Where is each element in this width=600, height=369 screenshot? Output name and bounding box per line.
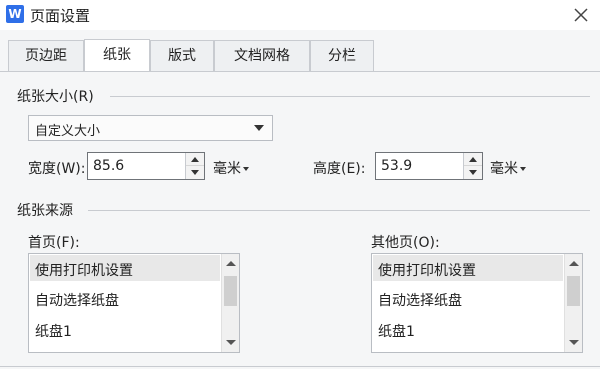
close-icon[interactable] (570, 4, 592, 26)
height-value: 53.9 (381, 158, 413, 174)
arrow-up-icon (469, 157, 477, 162)
height-increment-button[interactable] (464, 153, 482, 166)
scroll-thumb[interactable] (224, 276, 237, 306)
section-divider (110, 96, 590, 97)
width-unit-label: 毫米 (213, 161, 241, 177)
tab-layout[interactable]: 版式 (150, 40, 214, 71)
list-item[interactable]: 纸盘1 (35, 321, 72, 341)
list-item[interactable]: 使用打印机设置 (35, 260, 133, 280)
tab-bar: 页边距 纸张 版式 文档网格 分栏 (0, 39, 600, 72)
paper-source-section-label: 纸张来源 (17, 203, 73, 219)
list-item[interactable]: 自动选择纸盘 (35, 290, 119, 310)
paper-size-select[interactable]: 自定义大小 (28, 115, 273, 141)
list-item[interactable]: 自动选择纸盘 (378, 290, 462, 310)
scroll-up-icon[interactable] (569, 261, 579, 266)
first-page-listbox[interactable]: 使用打印机设置 自动选择纸盘 纸盘1 (28, 253, 240, 353)
height-label: 高度(E): (313, 161, 366, 177)
height-unit-dropdown[interactable]: 毫米 (490, 158, 526, 178)
width-increment-button[interactable] (186, 153, 204, 166)
tab-columns[interactable]: 分栏 (310, 40, 374, 71)
height-field[interactable]: 53.9 (375, 152, 483, 180)
tab-paper[interactable]: 纸张 (84, 39, 150, 72)
other-pages-label: 其他页(O): (371, 235, 440, 251)
first-page-label: 首页(F): (28, 235, 80, 251)
width-label: 宽度(W): (28, 161, 86, 177)
caret-down-icon (243, 167, 249, 171)
scroll-up-icon[interactable] (226, 261, 236, 266)
arrow-down-icon (469, 170, 477, 175)
width-decrement-button[interactable] (186, 166, 204, 179)
list-item[interactable]: 使用打印机设置 (378, 260, 476, 280)
tab-document-grid[interactable]: 文档网格 (214, 40, 310, 71)
arrow-up-icon (191, 157, 199, 162)
width-stepper (185, 153, 204, 179)
list-item[interactable]: 纸盘1 (378, 321, 415, 341)
height-decrement-button[interactable] (464, 166, 482, 179)
dialog-bottom-edge (0, 366, 600, 367)
scroll-down-icon[interactable] (226, 340, 236, 345)
width-unit-dropdown[interactable]: 毫米 (213, 158, 249, 178)
section-divider (88, 210, 590, 211)
width-field[interactable]: 85.6 (87, 152, 205, 180)
height-stepper (463, 153, 482, 179)
paper-size-section-label: 纸张大小(R) (17, 89, 94, 105)
other-pages-listbox[interactable]: 使用打印机设置 自动选择纸盘 纸盘1 (371, 253, 583, 353)
wps-writer-icon: W (6, 5, 24, 23)
arrow-down-icon (191, 170, 199, 175)
width-value: 85.6 (93, 158, 125, 174)
tab-divider (0, 71, 600, 72)
chevron-down-icon (254, 125, 264, 131)
paper-size-value: 自定义大小 (35, 124, 101, 139)
caret-down-icon (520, 167, 526, 171)
scroll-down-icon[interactable] (569, 340, 579, 345)
scroll-thumb[interactable] (567, 276, 580, 306)
dialog-title: 页面设置 (30, 7, 91, 25)
height-unit-label: 毫米 (490, 161, 518, 177)
scrollbar[interactable] (221, 254, 239, 352)
tab-margins[interactable]: 页边距 (8, 40, 84, 71)
title-bar: W 页面设置 (0, 0, 600, 30)
scrollbar[interactable] (564, 254, 582, 352)
